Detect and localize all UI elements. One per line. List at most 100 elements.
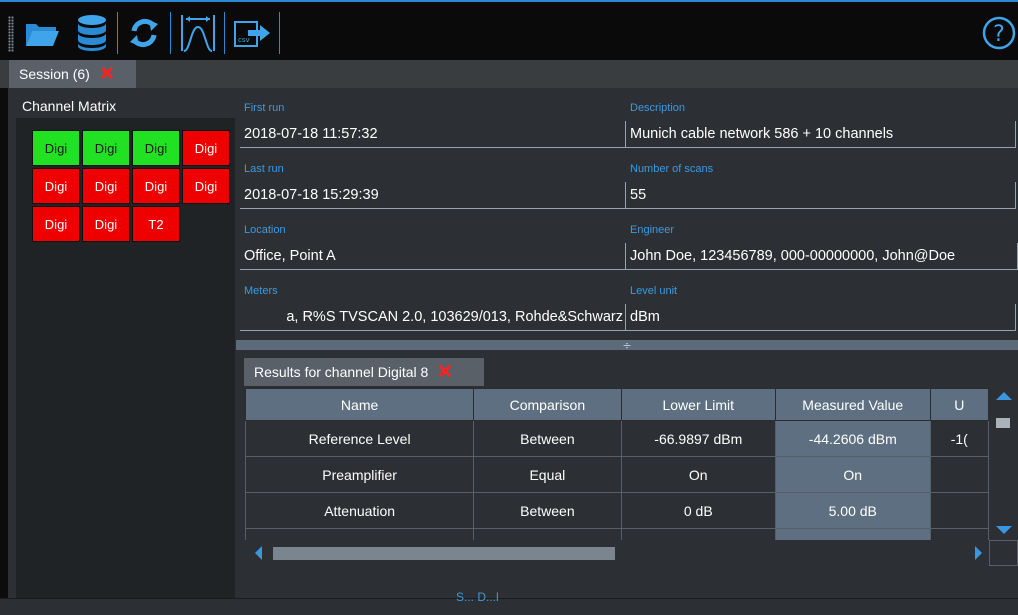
- channel-cell[interactable]: Digi: [132, 130, 180, 166]
- table-cell: Attenuation: [245, 492, 475, 529]
- refresh-icon: [130, 18, 158, 48]
- help-button[interactable]: ?: [982, 16, 1016, 50]
- table-cell: Between: [473, 492, 622, 529]
- description-field[interactable]: Munich cable network 586 + 10 channels: [626, 121, 1016, 148]
- folder-open-icon: [26, 24, 59, 46]
- table-row[interactable]: Preamplifier Equal On On: [245, 456, 989, 493]
- level-unit-label: Level unit: [630, 285, 678, 297]
- channel-cell[interactable]: Digi: [32, 168, 80, 204]
- toolbar: csv ?: [0, 0, 1018, 60]
- table-cell: -1(: [929, 420, 989, 457]
- table-cell: B...l...: [245, 528, 475, 540]
- scroll-down-icon[interactable]: [996, 526, 1012, 534]
- results-tab-label: Results for channel Digital 8: [254, 364, 429, 380]
- meters-label: Meters: [244, 285, 278, 297]
- table-cell: O...: [775, 528, 931, 540]
- table-cell: 5.00 dB: [775, 492, 931, 529]
- scrollbar-corner: [989, 540, 1018, 566]
- database-button[interactable]: [70, 12, 114, 54]
- help-glyph: ?: [993, 22, 1005, 47]
- table-row[interactable]: B...l...E...lO...O...: [245, 528, 989, 540]
- splitter-grip-icon: ÷: [622, 338, 632, 352]
- export-csv-button[interactable]: csv: [230, 12, 274, 54]
- scroll-right-icon[interactable]: [975, 546, 982, 560]
- vertical-scroll-thumb[interactable]: [996, 418, 1010, 428]
- toolbar-separator: [170, 12, 171, 54]
- level-unit-field[interactable]: dBm: [626, 304, 1016, 331]
- channel-cell[interactable]: Digi: [32, 206, 80, 242]
- table-row[interactable]: Reference Level Between -66.9897 dBm -44.26…: [245, 420, 989, 457]
- close-icon: [439, 364, 452, 377]
- export-csv-label: csv: [238, 36, 250, 44]
- table-cell: E...l: [473, 528, 622, 540]
- last-run-field[interactable]: 2018-07-18 15:29:39: [240, 182, 626, 209]
- channel-matrix-title: Channel Matrix: [22, 98, 117, 114]
- table-cell: [929, 528, 989, 540]
- table-cell: On: [775, 456, 931, 493]
- scroll-left-icon[interactable]: [255, 546, 262, 560]
- first-run-field[interactable]: 2018-07-18 11:57:32: [240, 121, 626, 148]
- refresh-button[interactable]: [122, 12, 166, 54]
- table-cell: Preamplifier: [245, 456, 475, 493]
- table-cell: -44.2606 dBm: [775, 420, 931, 457]
- status-bar: [0, 598, 1018, 615]
- close-session-tab-button[interactable]: [100, 66, 114, 83]
- column-header[interactable]: Name: [245, 388, 475, 421]
- channel-cell[interactable]: T2: [132, 206, 180, 242]
- session-tab-bar: Session (6): [0, 60, 1018, 88]
- help-icon: ?: [982, 16, 1016, 50]
- horizontal-scrollbar[interactable]: [245, 540, 989, 566]
- spectrum-button[interactable]: [175, 12, 221, 54]
- channel-cell[interactable]: Digi: [32, 130, 80, 166]
- results-table-container: Name Comparison Lower Limit Measured Value U…: [245, 388, 989, 540]
- meters-field[interactable]: a, R%S TVSCAN 2.0, 103629/013, Rohde&Sch…: [240, 304, 626, 331]
- column-header[interactable]: U: [929, 388, 989, 421]
- bottom-section-label: S... D...l: [456, 590, 499, 604]
- location-field[interactable]: Office, Point A: [240, 243, 626, 270]
- spectrum-icon: [181, 15, 215, 52]
- channel-cell[interactable]: Digi: [82, 206, 130, 242]
- export-csv-icon: csv: [234, 21, 270, 47]
- table-cell: [929, 456, 989, 493]
- engineer-field[interactable]: John Doe, 123456789, 000-00000000, John@…: [626, 243, 1018, 270]
- number-of-scans-field[interactable]: 55: [626, 182, 1016, 209]
- toolbar-separator: [117, 12, 118, 54]
- horizontal-scroll-thumb[interactable]: [273, 547, 615, 560]
- scroll-up-icon[interactable]: [996, 392, 1012, 400]
- tab-results[interactable]: Results for channel Digital 8: [244, 358, 484, 386]
- open-folder-button[interactable]: [22, 12, 62, 54]
- last-run-label: Last run: [244, 163, 284, 175]
- table-header-row: Name Comparison Lower Limit Measured Value U: [245, 388, 989, 421]
- tab-session[interactable]: Session (6): [9, 60, 136, 88]
- table-cell: O...: [620, 528, 777, 540]
- channel-cell[interactable]: Digi: [132, 168, 180, 204]
- channel-cell[interactable]: Digi: [182, 130, 230, 166]
- channel-cell[interactable]: Digi: [82, 130, 130, 166]
- description-label: Description: [630, 102, 686, 114]
- channel-cell[interactable]: Digi: [182, 168, 230, 204]
- first-run-label: First run: [244, 102, 285, 114]
- table-cell: 0 dB: [620, 492, 777, 529]
- session-tab-label: Session (6): [19, 66, 90, 82]
- channel-matrix-grid: Digi Digi Digi Digi Digi Digi Digi Digi Digi Digi…: [32, 130, 230, 242]
- toolbar-grip[interactable]: [8, 16, 14, 52]
- channel-cell[interactable]: Digi: [82, 168, 130, 204]
- engineer-label: Engineer: [630, 224, 675, 236]
- database-icon: [78, 15, 106, 51]
- toolbar-separator: [279, 12, 280, 54]
- location-label: Location: [244, 224, 286, 236]
- toolbar-separator: [224, 12, 225, 54]
- table-cell: -66.9897 dBm: [620, 420, 777, 457]
- table-cell: [929, 492, 989, 529]
- column-header[interactable]: Measured Value: [775, 388, 931, 421]
- column-header[interactable]: Comparison: [473, 388, 622, 421]
- close-results-tab-button[interactable]: [438, 364, 452, 381]
- table-row[interactable]: Attenuation Between 0 dB 5.00 dB: [245, 492, 989, 529]
- table-cell: Between: [473, 420, 622, 457]
- table-cell: Equal: [473, 456, 622, 493]
- panel-splitter[interactable]: ÷: [236, 338, 1018, 352]
- number-of-scans-label: Number of scans: [630, 163, 714, 175]
- close-icon: [100, 66, 113, 79]
- column-header[interactable]: Lower Limit: [620, 388, 777, 421]
- vertical-scrollbar[interactable]: [989, 388, 1018, 540]
